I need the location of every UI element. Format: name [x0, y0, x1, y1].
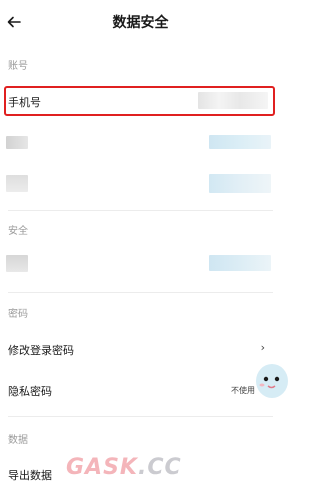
highlight-box [4, 86, 275, 116]
blurred-row-2[interactable] [0, 172, 281, 196]
change-login-password-row[interactable]: 修改登录密码 › [0, 336, 281, 362]
section-title-account: 账号 [8, 61, 28, 72]
top-bar: 数据安全 [0, 0, 281, 44]
page-title: 数据安全 [112, 15, 169, 31]
section-title-password: 密码 [8, 309, 28, 320]
mascot-icon [256, 364, 288, 398]
blurred-row-1[interactable] [0, 132, 281, 154]
watermark-part-2: .CC [137, 455, 182, 480]
section-title-security: 安全 [8, 226, 28, 237]
blurred-label [6, 255, 28, 272]
privacy-password-row[interactable]: 隐私密码 不使用 › [0, 376, 281, 404]
change-login-password-label: 修改登录密码 [8, 344, 74, 357]
watermark-logo: GASK.CC [66, 455, 182, 480]
divider [8, 416, 273, 417]
section-title-data: 数据 [8, 435, 28, 446]
privacy-password-label: 隐私密码 [8, 385, 52, 398]
blurred-row-3[interactable] [0, 252, 281, 276]
blurred-label [6, 175, 28, 192]
watermark-part-1: GASK [66, 455, 138, 480]
blurred-value [209, 135, 271, 149]
blurred-label [6, 136, 28, 149]
divider [8, 210, 273, 211]
blurred-value [209, 174, 271, 193]
export-data-label: 导出数据 [8, 469, 52, 482]
blurred-value [209, 255, 271, 271]
divider [8, 292, 273, 293]
chevron-right-icon: › [260, 341, 265, 354]
